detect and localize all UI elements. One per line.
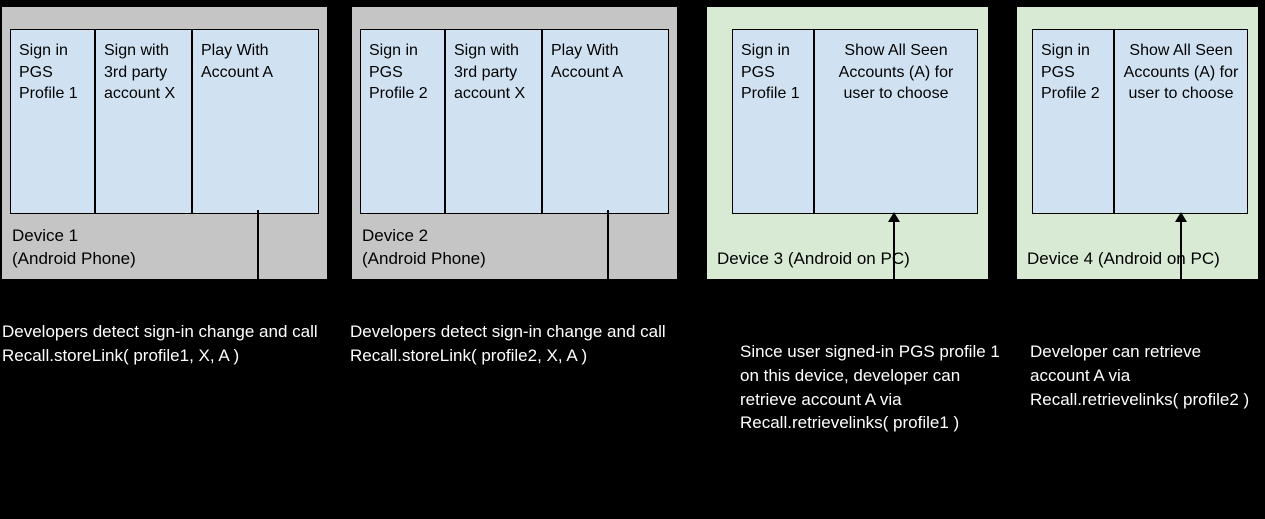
device-1-label: Device 1(Android Phone) bbox=[12, 225, 136, 271]
device-2-cell-2: Sign with 3rd party account X bbox=[445, 29, 542, 214]
device-4-cell-2-text: Show All Seen Accounts (A) for user to c… bbox=[1123, 40, 1239, 105]
device-4-cell-2: Show All Seen Accounts (A) for user to c… bbox=[1114, 29, 1248, 214]
device-2-row: Sign in PGS Profile 2 Sign with 3rd part… bbox=[360, 29, 669, 214]
device-2-cell-1: Sign in PGS Profile 2 bbox=[360, 29, 445, 214]
device-4: Sign in PGS Profile 2 Show All Seen Acco… bbox=[1015, 5, 1260, 281]
device-2-label: Device 2(Android Phone) bbox=[362, 225, 486, 271]
device-2: Sign in PGS Profile 2 Sign with 3rd part… bbox=[350, 5, 679, 281]
arrow-1-head bbox=[252, 308, 264, 318]
device-3-cell-2: Show All Seen Accounts (A) for user to c… bbox=[814, 29, 978, 214]
arrow-4-head bbox=[1175, 212, 1187, 222]
device-4-label: Device 4 (Android on PC) bbox=[1027, 248, 1220, 271]
caption-2: Developers detect sign-in change and cal… bbox=[350, 320, 690, 368]
arrow-3-head bbox=[888, 212, 900, 222]
caption-3: Since user signed-in PGS profile 1 on th… bbox=[740, 340, 1000, 435]
device-4-cell-1: Sign in PGS Profile 2 bbox=[1032, 29, 1114, 214]
device-1-cell-2: Sign with 3rd party account X bbox=[95, 29, 192, 214]
device-3-label: Device 3 (Android on PC) bbox=[717, 248, 910, 271]
device-3-row: Sign in PGS Profile 1 Show All Seen Acco… bbox=[732, 29, 978, 214]
caption-1: Developers detect sign-in change and cal… bbox=[2, 320, 332, 368]
arrow-3 bbox=[893, 220, 895, 335]
device-1-cell-1: Sign in PGS Profile 1 bbox=[10, 29, 95, 214]
device-3-cell-2-text: Show All Seen Accounts (A) for user to c… bbox=[823, 40, 969, 105]
arrow-2-head bbox=[602, 308, 614, 318]
arrow-1 bbox=[257, 210, 259, 310]
arrow-4 bbox=[1180, 220, 1182, 335]
device-4-row: Sign in PGS Profile 2 Show All Seen Acco… bbox=[1032, 29, 1248, 214]
arrow-2 bbox=[607, 210, 609, 310]
diagram-canvas: Sign in PGS Profile 1 Sign with 3rd part… bbox=[0, 0, 1265, 519]
device-3: Sign in PGS Profile 1 Show All Seen Acco… bbox=[705, 5, 990, 281]
device-1: Sign in PGS Profile 1 Sign with 3rd part… bbox=[0, 5, 329, 281]
device-2-cell-3: Play With Account A bbox=[542, 29, 669, 214]
device-1-row: Sign in PGS Profile 1 Sign with 3rd part… bbox=[10, 29, 319, 214]
device-1-cell-3: Play With Account A bbox=[192, 29, 319, 214]
caption-4: Developer can retrieve account A via Rec… bbox=[1030, 340, 1255, 411]
device-3-cell-1: Sign in PGS Profile 1 bbox=[732, 29, 814, 214]
